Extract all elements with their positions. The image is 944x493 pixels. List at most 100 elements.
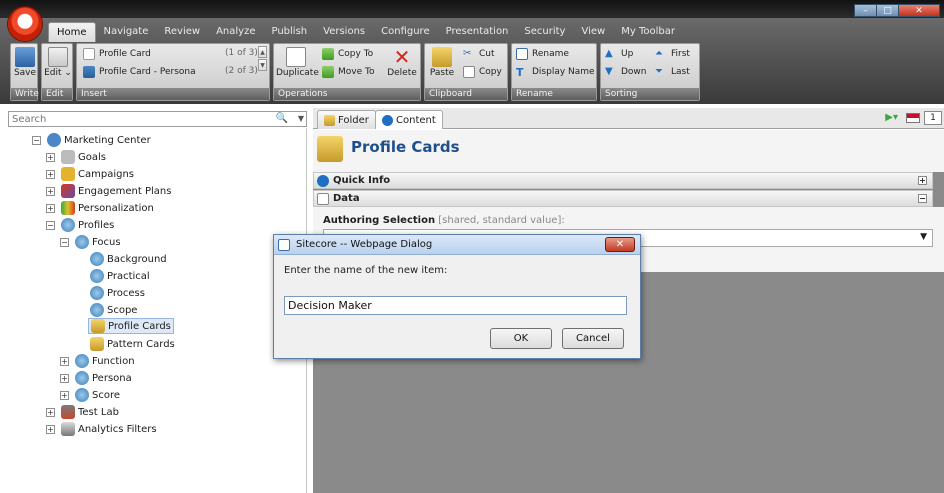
minimize-button[interactable]: –: [854, 4, 876, 17]
tab-configure[interactable]: Configure: [373, 22, 437, 42]
tree-item-analytics-filters[interactable]: + Analytics Filters: [46, 421, 157, 437]
sort-down-button[interactable]: ▼ Down: [605, 65, 647, 79]
navigate-icon[interactable]: ▶▾: [885, 112, 898, 123]
version-selector[interactable]: 1: [924, 111, 942, 125]
tab-content[interactable]: Content: [375, 110, 443, 129]
tree-item-score[interactable]: + Score: [60, 387, 120, 403]
tab-navigate[interactable]: Navigate: [96, 22, 157, 42]
cancel-button[interactable]: Cancel: [562, 328, 624, 349]
sort-up-button[interactable]: ▲ Up: [605, 47, 633, 61]
search-dropdown[interactable]: ▼: [298, 112, 304, 126]
display-name-button[interactable]: T Display Name: [516, 65, 595, 79]
tree-item-pattern-cards[interactable]: Pattern Cards: [90, 336, 175, 352]
insert-scroll-up[interactable]: ▲: [258, 46, 267, 58]
move-to-icon: [322, 66, 334, 78]
paste-button[interactable]: Paste: [427, 45, 457, 78]
tab-versions[interactable]: Versions: [315, 22, 373, 42]
group-label-sorting: Sorting: [601, 88, 699, 100]
section-data[interactable]: Data −: [313, 190, 933, 207]
tree-label: Focus: [92, 236, 121, 248]
content-tree: − Marketing Center + Goals + Campaigns +…: [8, 128, 307, 493]
tab-security[interactable]: Security: [516, 22, 573, 42]
edit-button[interactable]: Edit ⌄: [44, 45, 72, 78]
tab-content-label: Content: [396, 114, 436, 126]
group-rename: Rename T Display Name Rename: [511, 43, 597, 101]
tree-item-focus[interactable]: − Focus: [60, 234, 121, 250]
tree-item-goals[interactable]: + Goals: [46, 149, 106, 165]
paste-icon: [432, 47, 452, 67]
tree-item-scope[interactable]: Scope: [90, 302, 137, 318]
tab-view[interactable]: View: [573, 22, 613, 42]
insert-profile-card-persona[interactable]: Profile Card - Persona: [83, 65, 196, 79]
copy-to-button[interactable]: Copy To: [322, 47, 373, 61]
tree-item-profiles[interactable]: − Profiles: [46, 217, 114, 233]
tree-item-practical[interactable]: Practical: [90, 268, 150, 284]
sort-up-label: Up: [621, 49, 634, 59]
tree-item-persona[interactable]: + Persona: [60, 370, 132, 386]
dialog-close-button[interactable]: ✕: [605, 237, 635, 252]
close-window-button[interactable]: ✕: [898, 4, 940, 17]
sitecore-orb-button[interactable]: [8, 7, 42, 41]
tab-my-toolbar[interactable]: My Toolbar: [613, 22, 683, 42]
insert-profile-card[interactable]: Profile Card: [83, 47, 151, 61]
expand-toggle[interactable]: +: [46, 186, 55, 196]
duplicate-button[interactable]: Duplicate: [276, 45, 319, 78]
collapse-toggle[interactable]: −: [60, 237, 69, 247]
copy-button[interactable]: Copy: [463, 65, 502, 79]
collapse-toggle[interactable]: −: [46, 220, 55, 230]
item-name-input[interactable]: [284, 296, 627, 315]
tab-publish[interactable]: Publish: [263, 22, 315, 42]
move-to-button[interactable]: Move To: [322, 65, 374, 79]
collapse-toggle[interactable]: −: [918, 194, 927, 203]
expand-toggle[interactable]: +: [918, 176, 927, 185]
sort-last-button[interactable]: ⏷ Last: [655, 65, 690, 79]
tree-item-personalization[interactable]: + Personalization: [46, 200, 154, 216]
tree-item-function[interactable]: + Function: [60, 353, 135, 369]
expand-toggle[interactable]: +: [46, 407, 55, 417]
expand-toggle[interactable]: +: [60, 356, 69, 366]
arrow-up-icon: ▲: [605, 48, 613, 59]
tree-item-background[interactable]: Background: [90, 251, 167, 267]
insert-scroll-down[interactable]: ▼: [258, 59, 267, 71]
tab-home[interactable]: Home: [48, 22, 96, 42]
tree-item-profile-cards[interactable]: Profile Cards: [88, 318, 174, 334]
tab-review[interactable]: Review: [156, 22, 208, 42]
rename-button[interactable]: Rename: [516, 47, 569, 61]
save-button[interactable]: Save: [13, 45, 37, 78]
dialog-title: Sitecore -- Webpage Dialog: [296, 239, 433, 250]
tab-folder-label: Folder: [338, 114, 369, 126]
expand-toggle[interactable]: +: [46, 152, 55, 162]
cut-label: Cut: [479, 49, 495, 59]
group-label-operations: Operations: [274, 88, 420, 100]
tree-label: Profile Cards: [108, 320, 171, 332]
section-quick-info[interactable]: Quick Info +: [313, 172, 933, 189]
expand-toggle[interactable]: +: [46, 169, 55, 179]
expand-toggle[interactable]: +: [46, 203, 55, 213]
cut-button[interactable]: ✂ Cut: [463, 47, 495, 61]
tree-item-process[interactable]: Process: [90, 285, 145, 301]
collapse-toggle[interactable]: −: [32, 135, 41, 145]
tree-item-engagement-plans[interactable]: + Engagement Plans: [46, 183, 171, 199]
tree-item-test-lab[interactable]: + Test Lab: [46, 404, 119, 420]
copy-to-icon: [322, 48, 334, 60]
flag-language-icon[interactable]: [906, 113, 920, 123]
search-icon[interactable]: 🔍: [276, 113, 288, 124]
tree-label: Analytics Filters: [78, 423, 157, 435]
expand-toggle[interactable]: +: [60, 390, 69, 400]
search-input[interactable]: [9, 112, 259, 126]
tree-item-campaigns[interactable]: + Campaigns: [46, 166, 134, 182]
tab-analyze[interactable]: Analyze: [208, 22, 263, 42]
expand-toggle[interactable]: +: [46, 424, 55, 434]
tab-presentation[interactable]: Presentation: [438, 22, 517, 42]
tree-item-marketing-center[interactable]: − Marketing Center: [32, 132, 151, 148]
data-icon: [317, 192, 329, 205]
expand-toggle[interactable]: +: [60, 373, 69, 383]
ok-button[interactable]: OK: [490, 328, 552, 349]
search-bar: 🔍 ▼: [8, 111, 307, 127]
delete-button[interactable]: ✕ Delete: [384, 45, 420, 78]
flag-icon: [61, 150, 75, 164]
maximize-button[interactable]: □: [876, 4, 898, 17]
tab-folder[interactable]: Folder: [317, 110, 376, 129]
sort-first-button[interactable]: ⏶ First: [655, 47, 690, 61]
sort-first-label: First: [671, 49, 690, 59]
